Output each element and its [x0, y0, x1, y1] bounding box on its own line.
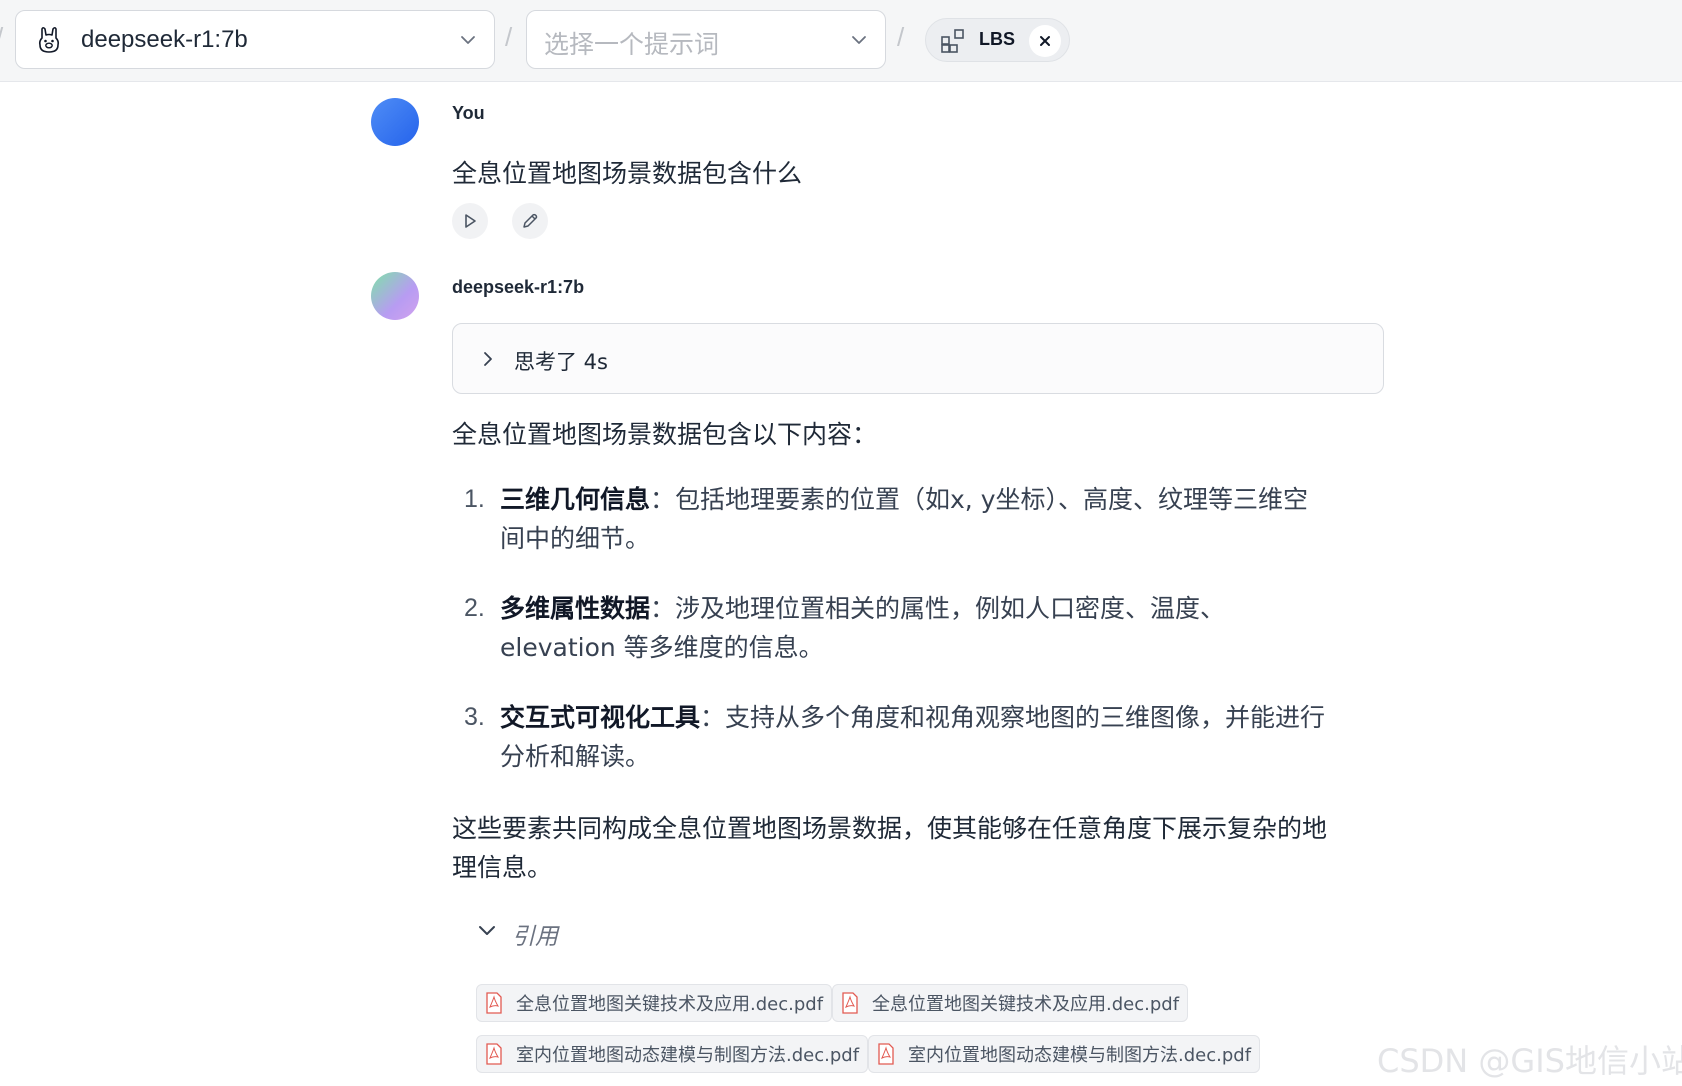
model-select-value: deepseek-r1:7b — [81, 26, 248, 53]
list-item-title: 交互式可视化工具 — [500, 703, 701, 732]
pencil-icon — [523, 213, 538, 228]
citations-label[interactable]: 引用 — [512, 917, 558, 951]
list-item-title: 三维几何信息 — [500, 485, 651, 514]
chevron-down-icon[interactable] — [474, 918, 500, 944]
answer-intro: 全息位置地图场景数据包含以下内容： — [452, 420, 878, 449]
thinking-label: 思考了 4s — [514, 350, 608, 374]
close-icon — [1040, 36, 1050, 46]
list-item: 3. 交互式可视化工具：支持从多个角度和视角观察地图的三维图像，并能进行分析和解… — [452, 698, 1332, 776]
list-item-number: 3. — [464, 703, 485, 731]
knowledge-base-label: LBS — [979, 29, 1015, 49]
citation-chip[interactable]: 室内位置地图动态建模与制图方法.dec.pdf — [476, 1035, 869, 1073]
pdf-file-icon — [486, 1043, 502, 1065]
citation-chip[interactable]: 全息位置地图关键技术及应用.dec.pdf — [476, 984, 833, 1022]
user-avatar — [371, 98, 419, 146]
prompt-select-placeholder: 选择一个提示词 — [544, 30, 720, 59]
pdf-file-icon — [486, 992, 502, 1014]
watermark: CSDN @GIS地信小站 — [1377, 1042, 1682, 1080]
chevron-right-icon — [484, 352, 492, 366]
separator: / — [505, 22, 513, 52]
edit-button[interactable] — [512, 203, 548, 239]
list-item-title: 多维属性数据 — [500, 594, 651, 623]
remove-knowledge-base-button[interactable] — [1029, 25, 1061, 57]
pdf-file-icon — [842, 992, 858, 1014]
citation-chip[interactable]: 室内位置地图动态建模与制图方法.dec.pdf — [868, 1035, 1261, 1073]
citation-filename: 室内位置地图动态建模与制图方法.dec.pdf — [908, 1045, 1252, 1066]
top-bar: / deepseek-r1:7b / 选择一个提示词 / LBS — [0, 0, 1682, 82]
list-item-number: 2. — [464, 594, 485, 622]
citation-filename: 全息位置地图关键技术及应用.dec.pdf — [872, 994, 1180, 1015]
knowledge-base-chip[interactable]: LBS — [925, 18, 1070, 62]
apps-grid-icon — [941, 29, 964, 53]
llama-icon — [38, 26, 60, 53]
resend-button[interactable] — [452, 203, 488, 239]
list-item: 1. 三维几何信息：包括地理要素的位置（如x, y坐标）、高度、纹理等三维空间中… — [452, 480, 1332, 558]
separator: / — [897, 22, 905, 52]
user-message-text: 全息位置地图场景数据包含什么 — [452, 159, 803, 188]
list-item: 2. 多维属性数据：涉及地理位置相关的属性，例如人口密度、温度、 elevati… — [452, 589, 1332, 667]
assistant-avatar — [371, 272, 419, 320]
separator: / — [0, 22, 3, 53]
play-icon — [465, 214, 476, 228]
citation-chip[interactable]: 全息位置地图关键技术及应用.dec.pdf — [832, 984, 1189, 1022]
prompt-select[interactable]: 选择一个提示词 — [526, 10, 886, 69]
pdf-file-icon — [878, 1043, 894, 1065]
chevron-down-icon — [461, 36, 475, 44]
assistant-sender-name: deepseek-r1:7b — [452, 277, 585, 297]
list-item-number: 1. — [464, 485, 485, 513]
user-sender-name: You — [452, 103, 485, 123]
answer-summary: 这些要素共同构成全息位置地图场景数据，使其能够在任意角度下展示复杂的地理信息。 — [452, 814, 1328, 882]
thinking-toggle[interactable]: 思考了 4s — [452, 323, 1384, 394]
citation-filename: 室内位置地图动态建模与制图方法.dec.pdf — [516, 1045, 860, 1066]
citation-filename: 全息位置地图关键技术及应用.dec.pdf — [516, 994, 824, 1015]
model-select[interactable]: deepseek-r1:7b — [15, 10, 495, 69]
answer-list: 1. 三维几何信息：包括地理要素的位置（如x, y坐标）、高度、纹理等三维空间中… — [452, 480, 1332, 807]
chevron-down-icon — [852, 36, 866, 44]
